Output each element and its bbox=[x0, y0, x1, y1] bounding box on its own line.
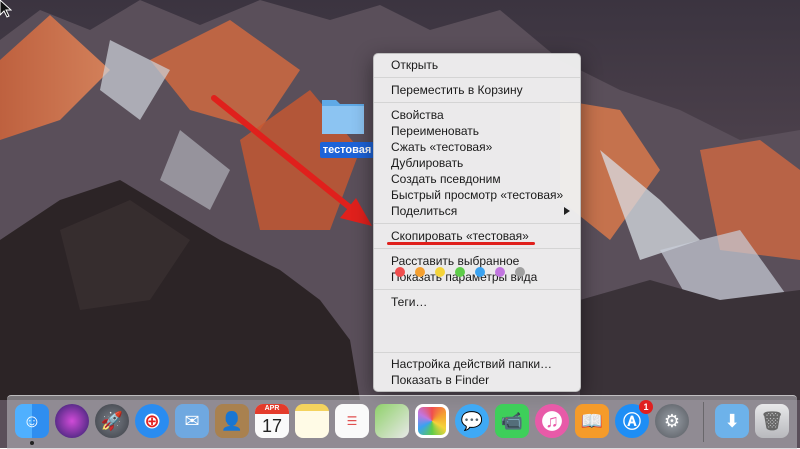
menu-item-open[interactable]: Открыть bbox=[391, 57, 438, 73]
contacts-icon[interactable]: 👤 bbox=[215, 404, 249, 438]
system-preferences-icon[interactable]: ⚙ bbox=[655, 404, 689, 438]
app-store-icon[interactable]: Ⓐ 1 bbox=[615, 400, 653, 438]
tag-red-dot[interactable] bbox=[395, 267, 405, 277]
running-indicator bbox=[30, 441, 34, 445]
maps-icon[interactable] bbox=[375, 404, 409, 438]
downloads-folder-icon[interactable]: ⬇ bbox=[715, 404, 749, 438]
tag-gray-dot[interactable] bbox=[515, 267, 525, 277]
menu-item-duplicate[interactable]: Дублировать bbox=[391, 155, 463, 171]
notes-icon[interactable] bbox=[295, 404, 329, 438]
photos-icon[interactable] bbox=[415, 404, 449, 438]
ibooks-icon[interactable]: 📖 bbox=[575, 404, 609, 438]
menu-item-reveal-in-finder[interactable]: Показать в Finder bbox=[391, 372, 489, 388]
menu-item-share[interactable]: Поделиться bbox=[391, 203, 457, 219]
tag-orange-dot[interactable] bbox=[415, 267, 425, 277]
folder-name-label: тестовая bbox=[320, 142, 374, 158]
menu-item-folder-actions-setup[interactable]: Настройка действий папки… bbox=[391, 356, 552, 372]
dock: ☺ 🚀 ⊕ ✉ 👤 APR 17 ☰ 💬 📹 ♫ 📖 Ⓐ 1 ⚙ ⬇ 🗑 bbox=[7, 395, 797, 449]
menu-separator bbox=[374, 77, 580, 78]
calendar-month-label: APR bbox=[255, 404, 289, 414]
tag-yellow-dot[interactable] bbox=[435, 267, 445, 277]
dock-separator bbox=[703, 402, 704, 442]
mail-icon[interactable]: ✉ bbox=[175, 404, 209, 438]
itunes-icon[interactable]: ♫ bbox=[535, 404, 569, 438]
menu-item-tags[interactable]: Теги… bbox=[391, 294, 427, 310]
desktop-folder[interactable]: тестовая bbox=[320, 92, 378, 164]
menu-separator bbox=[374, 102, 580, 103]
menu-item-quick-look[interactable]: Быстрый просмотр «тестовая» bbox=[391, 187, 563, 203]
tag-green-dot[interactable] bbox=[455, 267, 465, 277]
menu-item-move-to-trash[interactable]: Переместить в Корзину bbox=[391, 82, 523, 98]
trash-icon[interactable]: 🗑 bbox=[755, 404, 789, 438]
calendar-icon[interactable]: APR 17 bbox=[255, 404, 289, 438]
tag-blue-dot[interactable] bbox=[475, 267, 485, 277]
reminders-icon[interactable]: ☰ bbox=[335, 404, 369, 438]
menu-item-make-alias[interactable]: Создать псевдоним bbox=[391, 171, 501, 187]
calendar-day-label: 17 bbox=[261, 416, 283, 436]
menu-item-rename[interactable]: Переименовать bbox=[391, 123, 479, 139]
siri-icon[interactable] bbox=[55, 404, 89, 438]
submenu-arrow-icon bbox=[564, 207, 570, 215]
finder-icon[interactable]: ☺ bbox=[15, 404, 49, 438]
messages-icon[interactable]: 💬 bbox=[455, 404, 489, 438]
menu-separator bbox=[374, 248, 580, 249]
context-menu: Открыть Переместить в Корзину Свойства П… bbox=[373, 53, 581, 392]
menu-item-get-info[interactable]: Свойства bbox=[391, 107, 444, 123]
menu-separator bbox=[374, 223, 580, 224]
notification-badge: 1 bbox=[639, 400, 653, 414]
menu-separator bbox=[374, 289, 580, 290]
tag-purple-dot[interactable] bbox=[495, 267, 505, 277]
launchpad-icon[interactable]: 🚀 bbox=[95, 404, 129, 438]
annotation-underline bbox=[387, 242, 535, 245]
facetime-icon[interactable]: 📹 bbox=[495, 404, 529, 438]
menu-separator bbox=[374, 352, 580, 353]
menu-item-compress[interactable]: Сжать «тестовая» bbox=[391, 139, 492, 155]
folder-icon bbox=[322, 100, 364, 134]
mouse-cursor-icon bbox=[0, 0, 12, 18]
safari-icon[interactable]: ⊕ bbox=[135, 404, 169, 438]
